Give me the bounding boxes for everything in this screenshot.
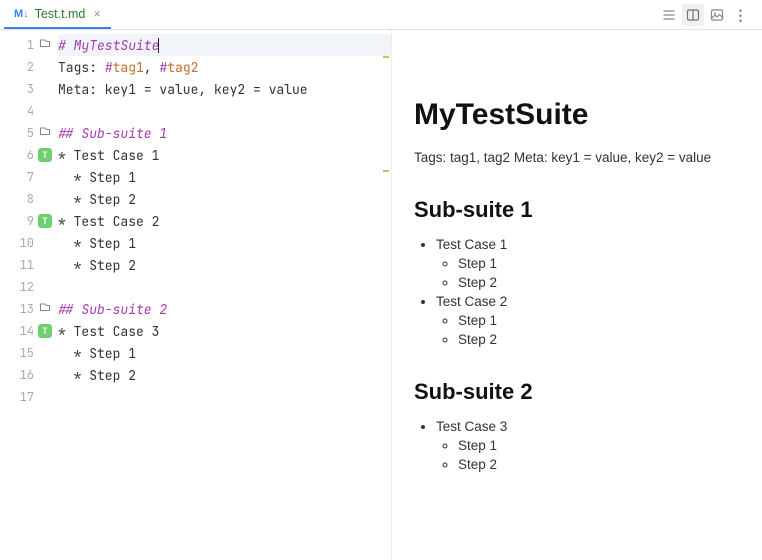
code-line[interactable]: * Step 2 [58,254,391,276]
preview-pane: MyTestSuite Tags: tag1, tag2 Meta: key1 … [392,30,762,560]
list-item: Step 1 [458,313,740,328]
gutter-row: 14 T [0,320,56,342]
gutter-row: 16 [0,364,56,386]
gutter: 123456T789T1011121314T151617 [0,30,56,408]
view-split-icon[interactable] [682,4,704,26]
line-number: 2 [18,59,34,75]
list-item: Step 2 [458,332,740,347]
test-badge-icon[interactable]: T [38,214,52,228]
list-item: Step 2 [458,457,740,472]
gutter-row: 8 [0,188,56,210]
code-line[interactable]: Tags: #tag1, #tag2 [58,56,391,78]
gutter-row: 7 [0,166,56,188]
line-number: 10 [18,235,34,251]
line-number: 14 [18,323,34,339]
line-number: 11 [18,257,34,273]
folder-icon[interactable] [38,301,52,317]
tab-label: Test.t.md [35,7,86,21]
editor-toolbar: ⋮ [658,4,752,26]
code-area[interactable]: # MyTestSuiteTags: #tag1, #tag2Meta: key… [58,34,391,408]
line-number: 4 [18,103,34,119]
code-line[interactable]: * Test Case 1 [58,144,391,166]
view-list-icon[interactable] [658,4,680,26]
tab-bar: M↓ Test.t.md × [0,0,762,30]
gutter-row: 11 [0,254,56,276]
code-line[interactable]: * Step 2 [58,364,391,386]
code-line[interactable] [58,100,391,122]
line-number: 5 [18,125,34,141]
preview-h1: MyTestSuite [414,98,740,132]
close-tab-icon[interactable]: × [93,6,101,21]
gutter-row: 17 [0,386,56,408]
line-number: 9 [18,213,34,229]
more-menu-icon[interactable]: ⋮ [730,4,752,26]
line-number: 12 [18,279,34,295]
folder-icon[interactable] [38,125,52,141]
line-number: 6 [18,147,34,163]
preview-h2: Sub-suite 2 [414,379,740,405]
line-number: 16 [18,367,34,383]
code-line[interactable]: * Test Case 2 [58,210,391,232]
gutter-row: 10 [0,232,56,254]
list-item: Step 2 [458,275,740,290]
line-number: 17 [18,389,34,405]
preview-list: Test Case 1 Step 1Step 2 Test Case 2 Ste… [414,237,740,347]
code-line[interactable]: * Step 2 [58,188,391,210]
gutter-row: 9T [0,210,56,232]
gutter-row: 3 [0,78,56,100]
code-line[interactable]: ## Sub-suite 1 [58,122,391,144]
line-number: 3 [18,81,34,97]
list-item: Test Case 3 Step 1Step 2 [436,419,740,472]
gutter-row: 6T [0,144,56,166]
preview-h2: Sub-suite 1 [414,197,740,223]
test-badge-icon[interactable]: T [38,324,52,338]
gutter-row: 2 [0,56,56,78]
markdown-icon: M↓ [14,8,29,20]
list-item: Test Case 2 Step 1Step 2 [436,294,740,347]
code-line[interactable] [58,276,391,298]
line-number: 15 [18,345,34,361]
code-line[interactable]: * Step 1 [58,232,391,254]
line-number: 1 [18,37,34,53]
test-badge-icon[interactable]: T [38,148,52,162]
code-line[interactable]: * Step 1 [58,342,391,364]
line-number: 8 [18,191,34,207]
text-cursor [158,38,159,53]
gutter-row: 12 [0,276,56,298]
list-item: Test Case 1 Step 1Step 2 [436,237,740,290]
editor-pane[interactable]: 1 123456T789T1011121314T151617 # MyTestS… [0,30,392,560]
code-line[interactable]: * Step 1 [58,166,391,188]
file-tab[interactable]: M↓ Test.t.md × [4,0,111,29]
view-image-icon[interactable] [706,4,728,26]
code-line[interactable]: Meta: key1 = value, key2 = value [58,78,391,100]
preview-list: Test Case 3 Step 1Step 2 [414,419,740,472]
code-line[interactable]: ## Sub-suite 2 [58,298,391,320]
code-line[interactable]: # MyTestSuite [58,34,391,56]
list-item: Step 1 [458,256,740,271]
folder-icon[interactable] [38,37,52,53]
line-number: 13 [18,301,34,317]
list-item: Step 1 [458,438,740,453]
code-line[interactable] [58,386,391,408]
line-number: 7 [18,169,34,185]
code-line[interactable]: * Test Case 3 [58,320,391,342]
gutter-row: 13 [0,298,56,320]
gutter-row: 15 [0,342,56,364]
gutter-row: 4 [0,100,56,122]
gutter-row: 5 [0,122,56,144]
gutter-row: 1 [0,34,56,56]
preview-meta: Tags: tag1, tag2 Meta: key1 = value, key… [414,150,740,165]
